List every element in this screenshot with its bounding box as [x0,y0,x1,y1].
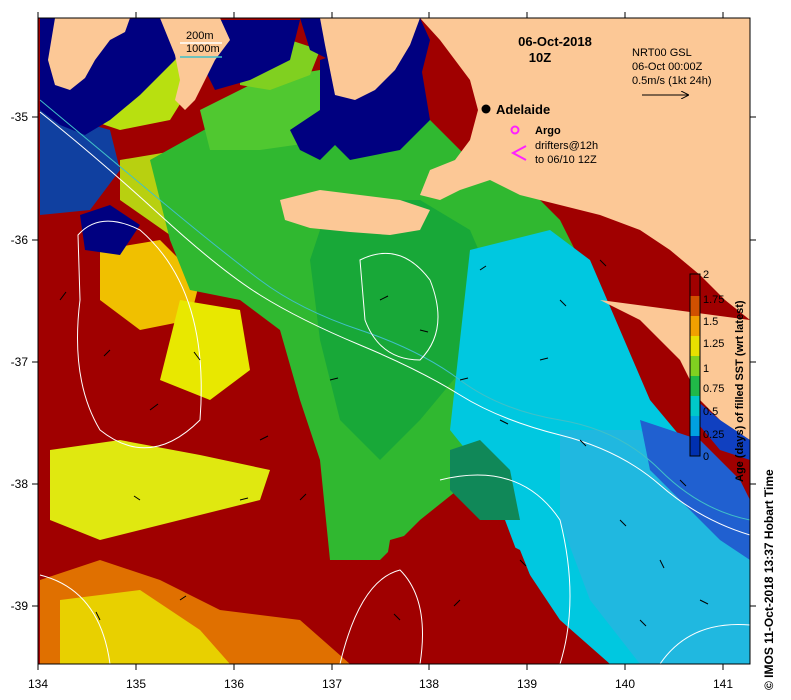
colorbar-segment [690,356,700,376]
colorbar-tick-label: 0.75 [703,383,724,395]
y-tick-label: -39 [11,599,29,613]
velocity-valid-time: 06-Oct 00:00Z [632,61,703,73]
colorbar-segment [690,396,700,416]
colorbar-segment [690,316,700,336]
colorbar-tick-label: 0.25 [703,429,724,441]
colorbar-segment [690,336,700,356]
map-date: 06-Oct-2018 [518,34,592,49]
x-tick-label: 137 [322,677,342,691]
x-tick-label: 139 [517,677,537,691]
x-tick-label: 134 [28,677,48,691]
city-label: Adelaide [496,102,550,117]
colorbar-segment [690,296,700,316]
x-tick-label: 135 [126,677,146,691]
credit-text: © IMOS 11-Oct-2018 13:37 Hobart Time [762,469,776,690]
y-tick-label: -38 [11,477,29,491]
colorbar-label: Age (days) of filled SST (wrt latest) [734,300,746,482]
colorbar-segment [690,274,700,296]
colorbar-tick-label: 2 [703,269,709,281]
sst-age-map: 134 135 136 137 138 139 140 141 -35 -36 … [11,12,756,691]
contour-200-label: 200m [186,30,214,42]
colorbar [689,273,701,457]
velocity-source: NRT00 GSL [632,47,692,59]
argo-label: Argo [535,125,561,137]
colorbar-tick-label: 0 [703,451,709,463]
colorbar-segment [690,436,700,456]
y-tick-label: -37 [11,355,29,369]
colorbar-tick-label: 1.75 [703,294,724,306]
y-tick-label: -35 [11,110,29,124]
drifters-label: drifters@12h [535,140,598,152]
colorbar-segment [690,376,700,396]
x-tick-label: 141 [713,677,733,691]
x-tick-label: 140 [615,677,635,691]
colorbar-tick-label: 0.5 [703,406,718,418]
colorbar-segment [690,416,700,436]
drifters-label: to 06/10 12Z [535,154,597,166]
x-tick-label: 138 [419,677,439,691]
velocity-scale: 0.5m/s (1kt 24h) [632,75,711,87]
city-marker [481,104,491,114]
map-area [38,18,750,664]
colorbar-tick-label: 1.5 [703,316,718,328]
y-tick-label: -36 [11,233,29,247]
map-time: 10Z [529,50,551,65]
colorbar-tick-label: 1.25 [703,338,724,350]
x-tick-label: 136 [224,677,244,691]
contour-1000-label: 1000m [186,43,220,55]
colorbar-tick-label: 1 [703,363,709,375]
